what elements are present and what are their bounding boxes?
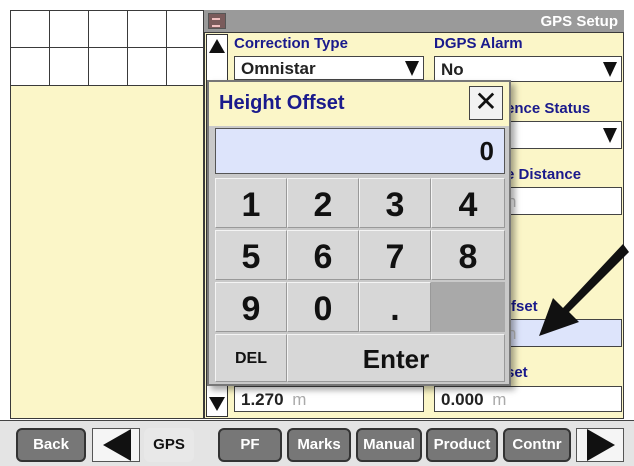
arrow-right-icon [587,429,615,461]
grid-cell[interactable] [88,10,128,48]
prev-page-button[interactable] [92,428,140,462]
key-9[interactable]: 9 [215,282,287,332]
left-grid [10,10,204,86]
offset-lower-field[interactable]: 0.000 m [434,386,622,412]
numeric-display: 0 [215,128,505,174]
enter-button[interactable]: Enter [287,334,505,382]
screen-icon [208,13,226,29]
pf-button[interactable]: PF [218,428,282,462]
key-decimal[interactable]: . [359,282,431,332]
grid-cell[interactable] [166,10,204,48]
key-2[interactable]: 2 [287,178,359,228]
height-value: 1.270 [241,390,284,409]
grid-cell[interactable] [49,10,89,48]
grid-cell[interactable] [166,47,204,86]
offset-lower-value: 0.000 [441,390,484,409]
chevron-down-icon [405,61,419,76]
back-button[interactable]: Back [16,428,86,462]
height-offset-dialog: Height Offset ✕ 0 1 2 3 4 5 6 7 8 9 0 . … [207,80,511,386]
product-button[interactable]: Product [426,428,498,462]
key-5[interactable]: 5 [215,230,287,280]
next-page-button[interactable] [576,428,624,462]
correction-type-label: Correction Type [234,35,348,52]
key-8[interactable]: 8 [431,230,505,280]
grid-cell[interactable] [49,47,89,86]
grid-cell[interactable] [127,10,167,48]
grid-cell[interactable] [10,10,50,48]
dgps-alarm-label: DGPS Alarm [434,35,523,52]
close-button[interactable]: ✕ [469,86,503,120]
pointer-arrow-icon [539,244,629,336]
difference-status-label: ence Status [506,100,591,117]
key-4[interactable]: 4 [431,178,505,228]
scroll-down-icon[interactable] [209,397,225,411]
scroll-up-icon[interactable] [209,39,225,53]
page-title: GPS Setup [540,13,618,30]
gps-tab[interactable]: GPS [144,428,194,462]
distance-label: e Distance [506,166,582,183]
height-unit: m [292,390,307,409]
key-1[interactable]: 1 [215,178,287,228]
key-blank [431,282,505,332]
marks-button[interactable]: Marks [287,428,351,462]
contnr-button[interactable]: Contnr [503,428,571,462]
key-7[interactable]: 7 [359,230,431,280]
grid-cell[interactable] [127,47,167,86]
dialog-title: Height Offset [219,92,345,114]
delete-button[interactable]: DEL [215,334,287,382]
dgps-alarm-select[interactable]: No [434,56,622,82]
correction-type-select[interactable]: Omnistar [234,56,424,80]
dgps-alarm-value: No [441,60,464,79]
chevron-down-icon [603,62,617,77]
key-3[interactable]: 3 [359,178,431,228]
key-6[interactable]: 6 [287,230,359,280]
correction-type-value: Omnistar [241,59,316,78]
title-bar: GPS Setup [204,10,624,32]
key-0[interactable]: 0 [287,282,359,332]
chevron-down-icon [603,128,617,143]
grid-cell[interactable] [10,47,50,86]
left-panel [10,85,204,419]
manual-button[interactable]: Manual [356,428,422,462]
height-value-field[interactable]: 1.270 m [234,386,424,412]
arrow-left-icon [103,429,131,461]
offset-lower-unit: m [492,390,507,409]
grid-cell[interactable] [88,47,128,86]
